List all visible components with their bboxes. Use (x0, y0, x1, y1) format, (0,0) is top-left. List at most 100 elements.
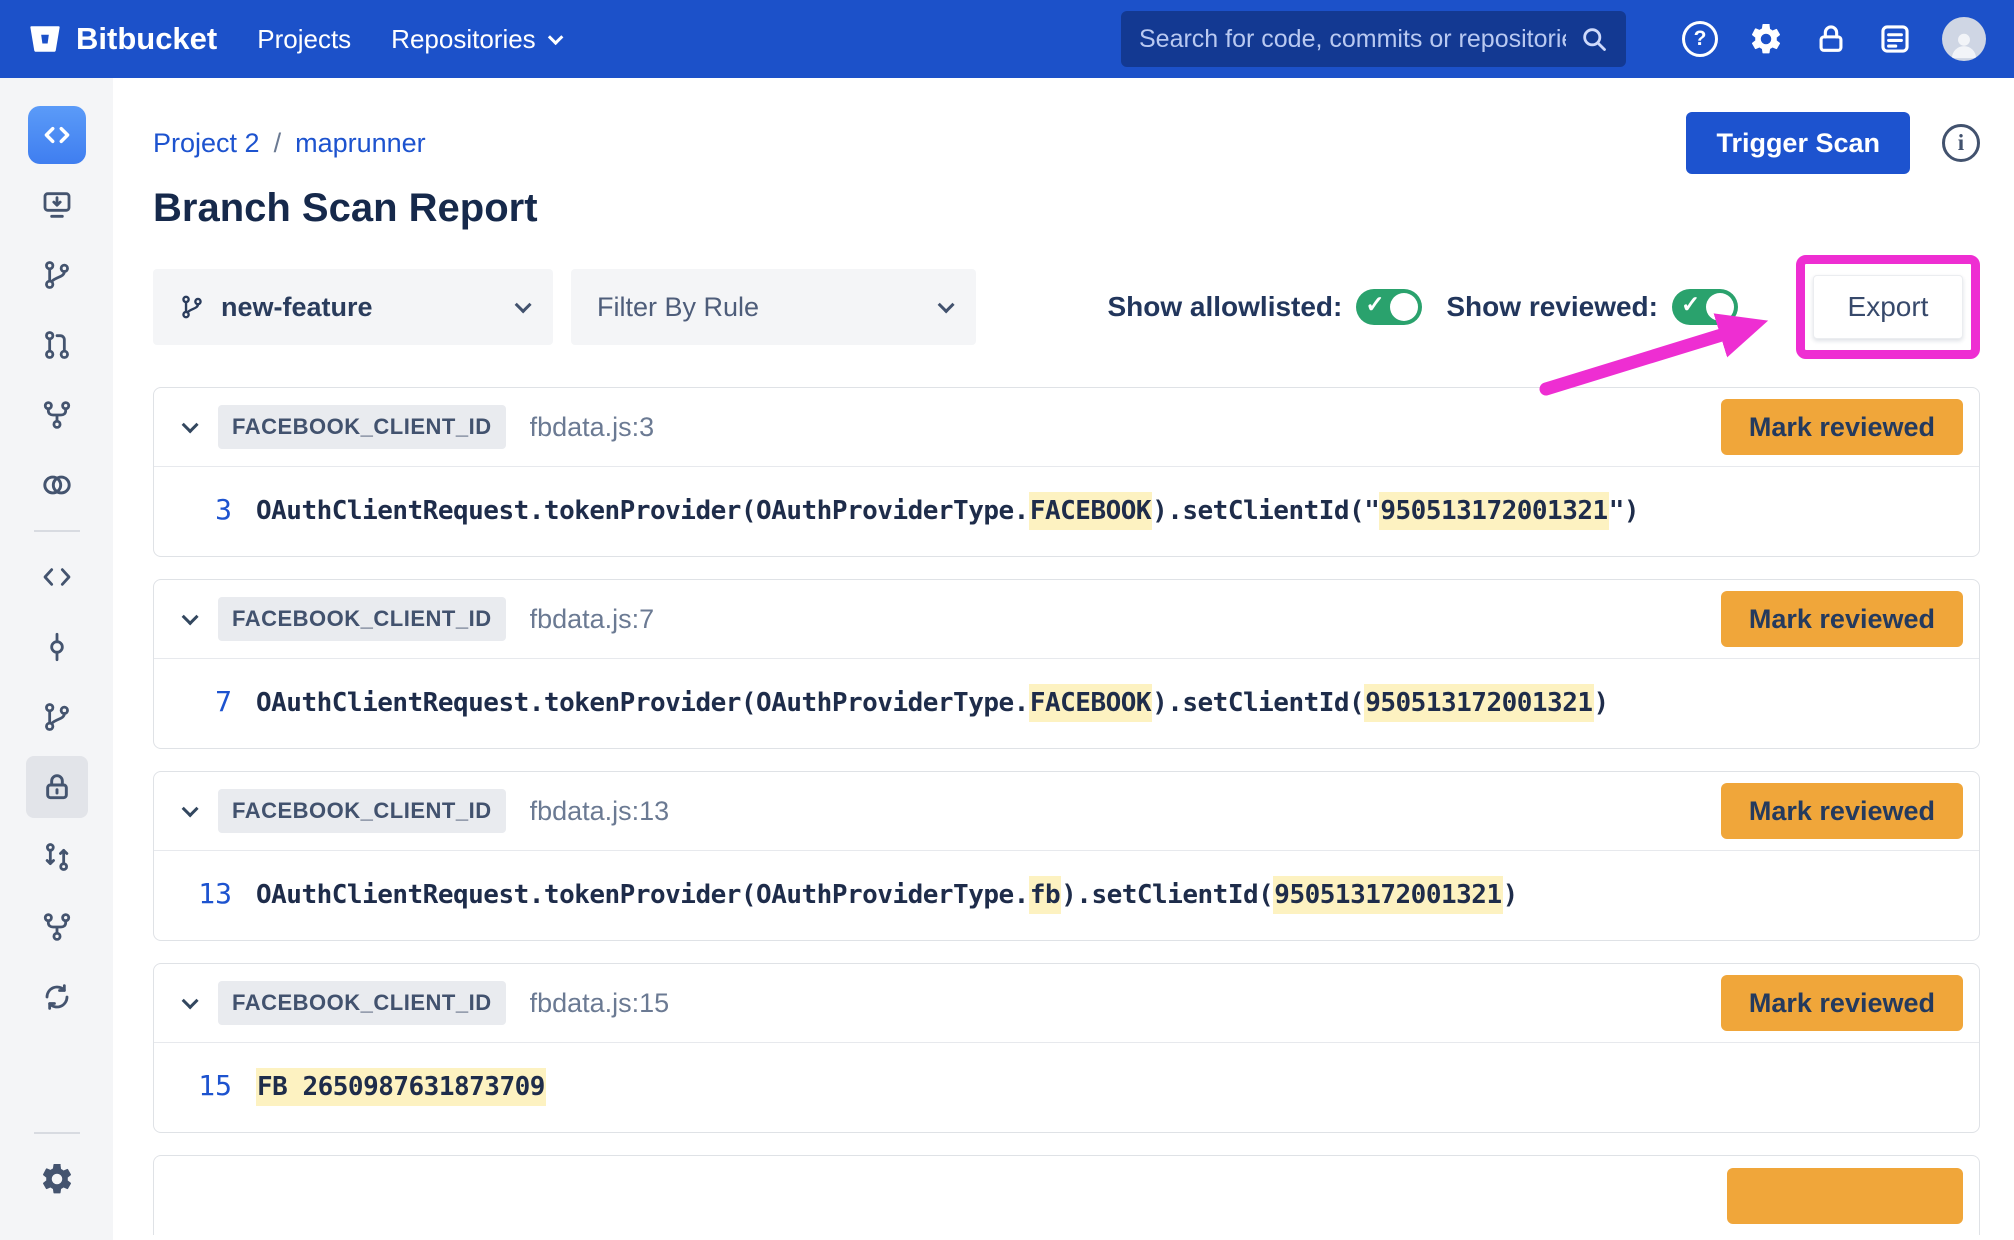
help-icon[interactable]: ? (1682, 21, 1718, 57)
pipelines-sync-icon (41, 981, 73, 1013)
code-brackets-icon (40, 118, 74, 152)
gear-icon[interactable] (1748, 21, 1784, 57)
branches-icon (41, 701, 73, 733)
bitbucket-logo[interactable]: Bitbucket (28, 21, 217, 57)
sidebar-item-repo-avatar[interactable] (0, 100, 113, 170)
code-snippet: OAuthClientRequest.tokenProvider(OAuthPr… (256, 496, 1639, 526)
clone-icon (41, 189, 73, 221)
finding-card-header: FACEBOOK_CLIENT_ID fbdata.js:7 Mark revi… (154, 580, 1979, 658)
annotation-highlight-box: Export (1796, 255, 1980, 359)
mark-reviewed-button[interactable]: Mark reviewed (1721, 783, 1963, 839)
rule-badge: FACEBOOK_CLIENT_ID (218, 405, 506, 449)
pull-request-icon (41, 329, 73, 361)
breadcrumb: Project 2 / maprunner (153, 128, 426, 159)
pull-requests-icon (41, 841, 73, 873)
show-allowlisted-label: Show allowlisted: (1107, 291, 1342, 323)
sidebar-item-forks[interactable] (0, 892, 113, 962)
settings-gear-icon (39, 1161, 75, 1197)
nav-projects-label: Projects (257, 24, 351, 55)
info-icon[interactable]: i (1942, 124, 1980, 162)
sidebar-item-pipelines[interactable] (0, 962, 113, 1032)
fork-icon (41, 399, 73, 431)
finding-card-body: 7 OAuthClientRequest.tokenProvider(OAuth… (154, 658, 1979, 748)
show-allowlisted-toggle[interactable]: ✓ (1356, 289, 1422, 325)
finding-location: fbdata.js:15 (530, 988, 670, 1019)
sidebar-item-commits[interactable] (0, 612, 113, 682)
trigger-scan-button[interactable]: Trigger Scan (1686, 112, 1910, 174)
finding-card-body: 3 OAuthClientRequest.tokenProvider(OAuth… (154, 466, 1979, 556)
mark-reviewed-button[interactable]: Mark reviewed (1721, 591, 1963, 647)
finding-location: fbdata.js:3 (530, 412, 655, 443)
nav-item-repositories[interactable]: Repositories (391, 24, 559, 55)
finding-card-header: FACEBOOK_CLIENT_ID fbdata.js:13 Mark rev… (154, 772, 1979, 850)
nav-repositories-label: Repositories (391, 24, 536, 55)
finding-card-header: FACEBOOK_CLIENT_ID fbdata.js:3 Mark revi… (154, 388, 1979, 466)
sidebar-item-clone[interactable] (0, 170, 113, 240)
collapse-chevron-icon[interactable] (182, 608, 199, 625)
mark-reviewed-button[interactable]: Mark reviewed (1721, 975, 1963, 1031)
chevron-down-icon (548, 29, 564, 45)
nav-icon-group: ? (1682, 17, 1986, 61)
bitbucket-bucket-icon (28, 22, 62, 56)
code-snippet: FB 2650987631873709 (256, 1072, 546, 1102)
search-icon (1580, 25, 1608, 53)
active-item-highlight (26, 756, 88, 818)
finding-card: FACEBOOK_CLIENT_ID fbdata.js:3 Mark revi… (153, 387, 1980, 557)
lock-icon[interactable] (1814, 22, 1848, 56)
toggle-knob (1390, 293, 1418, 321)
check-icon: ✓ (1681, 291, 1700, 318)
search-input[interactable] (1139, 25, 1566, 54)
sidebar-item-security[interactable] (0, 752, 113, 822)
finding-location: fbdata.js:13 (530, 796, 670, 827)
rule-badge: FACEBOOK_CLIENT_ID (218, 789, 506, 833)
rule-filter-dropdown[interactable]: Filter By Rule (571, 269, 976, 345)
commit-icon (41, 631, 73, 663)
code-line-number: 3 (180, 493, 232, 526)
collapse-chevron-icon[interactable] (182, 416, 199, 433)
code-line-number: 15 (180, 1069, 232, 1102)
export-button[interactable]: Export (1813, 275, 1964, 339)
nav-item-projects[interactable]: Projects (257, 24, 351, 55)
sidebar-item-pull-request[interactable] (0, 310, 113, 380)
code-snippet: OAuthClientRequest.tokenProvider(OAuthPr… (256, 688, 1609, 718)
mark-reviewed-button[interactable] (1727, 1168, 1963, 1224)
forks-icon (41, 911, 73, 943)
branch-dropdown-value: new-feature (221, 292, 373, 323)
sidebar-divider (34, 1132, 80, 1134)
sidebar-item-pull-requests[interactable] (0, 822, 113, 892)
collapse-chevron-icon[interactable] (182, 800, 199, 817)
finding-card-body: 13 OAuthClientRequest.tokenProvider(OAut… (154, 850, 1979, 940)
chevron-down-icon (515, 296, 532, 313)
finding-card: FACEBOOK_CLIENT_ID fbdata.js:15 Mark rev… (153, 963, 1980, 1133)
sidebar-item-branch[interactable] (0, 240, 113, 310)
finding-card: FACEBOOK_CLIENT_ID fbdata.js:13 Mark rev… (153, 771, 1980, 941)
sidebar-item-source[interactable] (0, 542, 113, 612)
rule-badge: FACEBOOK_CLIENT_ID (218, 981, 506, 1025)
finding-card: FACEBOOK_CLIENT_ID fbdata.js:7 Mark revi… (153, 579, 1980, 749)
mark-reviewed-button[interactable]: Mark reviewed (1721, 399, 1963, 455)
user-silhouette-icon (1947, 27, 1981, 61)
sidebar-item-fork[interactable] (0, 380, 113, 450)
breadcrumb-project-link[interactable]: Project 2 (153, 128, 260, 159)
sidebar-item-branches[interactable] (0, 682, 113, 752)
rule-badge: FACEBOOK_CLIENT_ID (218, 597, 506, 641)
feedback-icon[interactable] (1878, 22, 1912, 56)
collapse-chevron-icon[interactable] (182, 992, 199, 1009)
avatar[interactable] (1942, 17, 1986, 61)
breadcrumb-row: Project 2 / maprunner Trigger Scan i (153, 112, 1980, 174)
branch-icon (41, 259, 73, 291)
global-search[interactable] (1121, 11, 1626, 67)
code-line-number: 13 (180, 877, 232, 910)
branch-dropdown[interactable]: new-feature (153, 269, 553, 345)
main-content: Project 2 / maprunner Trigger Scan i Bra… (113, 112, 2014, 1235)
finding-card-partial (153, 1155, 1980, 1235)
chevron-down-icon (938, 296, 955, 313)
repo-avatar (28, 106, 86, 164)
sidebar-item-environments[interactable] (0, 450, 113, 520)
show-reviewed-toggle[interactable]: ✓ (1672, 289, 1738, 325)
finding-card-body: 15 FB 2650987631873709 (154, 1042, 1979, 1132)
top-navigation: Bitbucket Projects Repositories ? (0, 0, 2014, 78)
breadcrumb-repo-link[interactable]: maprunner (295, 128, 426, 159)
page-title: Branch Scan Report (153, 186, 1980, 231)
sidebar-item-settings[interactable] (0, 1144, 113, 1214)
